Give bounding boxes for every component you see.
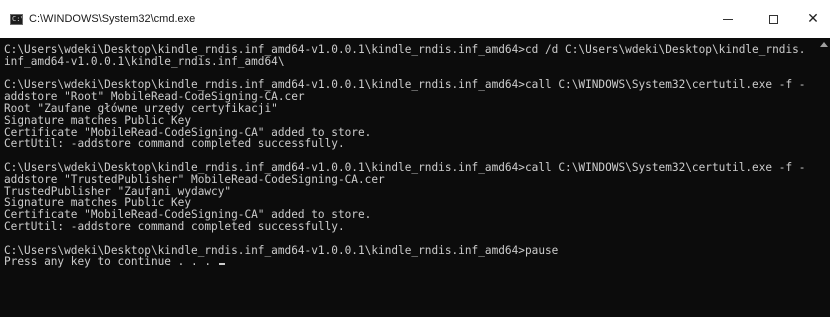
console-line: Press any key to continue . . . — [4, 256, 818, 268]
close-button[interactable]: ✕ — [796, 0, 830, 38]
cmd-window: C:\ C:\WINDOWS\System32\cmd.exe ✕ C:\Use… — [0, 0, 830, 317]
console-line: Signature matches Public Key — [4, 113, 192, 127]
text-cursor — [218, 263, 225, 266]
title-bar[interactable]: C:\ C:\WINDOWS\System32\cmd.exe ✕ — [0, 0, 830, 38]
minimize-icon — [722, 18, 733, 20]
maximize-icon — [768, 14, 778, 24]
minimize-button[interactable] — [705, 0, 750, 38]
console-output[interactable]: C:\Users\wdeki\Desktop\kindle_rndis.inf_… — [0, 38, 818, 317]
scroll-up-arrow-icon[interactable] — [820, 42, 828, 47]
window-title: C:\WINDOWS\System32\cmd.exe — [29, 13, 196, 25]
console-line: addstore "TrustedPublisher" MobileRead-C… — [4, 172, 385, 186]
close-icon: ✕ — [807, 11, 819, 27]
console-line: inf_amd64-v1.0.0.1\kindle_rndis.inf_amd6… — [4, 54, 285, 68]
console-line: Root "Zaufane główne urzędy certyfikacji… — [4, 101, 278, 115]
maximize-button[interactable] — [750, 0, 796, 38]
window-controls: ✕ — [705, 0, 830, 38]
console-line: CertUtil: -addstore command completed su… — [4, 137, 345, 151]
vertical-scrollbar[interactable] — [818, 38, 830, 317]
console-line: CertUtil: -addstore command completed su… — [4, 219, 345, 233]
cmd-app-icon[interactable]: C:\ — [10, 13, 23, 25]
console-line: C:\Users\wdeki\Desktop\kindle_rndis.inf_… — [4, 160, 806, 174]
